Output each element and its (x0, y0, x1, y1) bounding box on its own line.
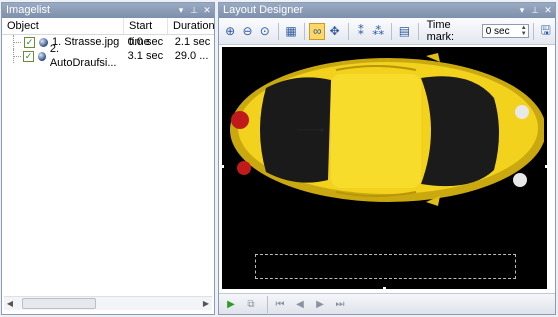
duration: 29.0 ... (174, 50, 209, 62)
last-frame-icon[interactable]: ⏭ (332, 297, 348, 311)
image-icon (37, 51, 46, 61)
layout-canvas[interactable] (221, 47, 548, 290)
zoom-in-icon[interactable]: ⊕ (222, 23, 238, 40)
tree-line (13, 49, 22, 63)
column-start-time[interactable]: Start time (124, 18, 168, 48)
link-icon[interactable]: ∞ (309, 22, 326, 40)
first-frame-icon[interactable]: ⏮ (272, 297, 288, 311)
zoom-fit-icon[interactable]: ⊙ (257, 23, 273, 40)
imagelist-header: Object Start time Duration (2, 18, 215, 48)
designer-toolbar: ⊕ ⊖ ⊙ ▦ ∞ ✥ ⁑ ⁂ ▤ Time mark: 0 sec ▲ ▼ 🖫 (219, 18, 555, 45)
time-mark-value: 0 sec (485, 26, 510, 37)
designer-titlebar: Layout Designer ▾ ⊥ ✕ (219, 3, 555, 18)
play-icon[interactable]: ▶ (223, 297, 239, 311)
toolbar-separator (391, 22, 393, 40)
imagelist-panel: Imagelist ▾ ⊥ ✕ Object Start time Durati… (1, 2, 215, 315)
toolbar-separator (532, 22, 534, 40)
column-object[interactable]: Object (2, 18, 124, 34)
object-name: 2. AutoDraufsi... (49, 43, 117, 69)
pin-icon[interactable]: ⊥ (530, 3, 540, 18)
toolbar-separator (277, 22, 279, 40)
time-mark-label: Time mark: (426, 19, 455, 43)
horizontal-scrollbar[interactable]: ◀ ▶ (4, 296, 212, 310)
imagelist-titlebar: Imagelist ▾ ⊥ ✕ (2, 3, 214, 18)
column-duration[interactable]: Duration (168, 18, 215, 34)
table-row[interactable]: ✓ 2. AutoDraufsi... 3.1 sec 29.0 ... (2, 43, 214, 69)
spinner-icon[interactable]: ▲ ▼ (521, 25, 527, 37)
pin-icon[interactable]: ⊥ (189, 3, 199, 18)
save-icon[interactable]: 🖫 (538, 23, 554, 40)
grid-icon[interactable]: ▦ (283, 23, 299, 40)
designer-title: Layout Designer (223, 4, 304, 16)
duration: 2.1 sec (174, 36, 211, 48)
remove-keyframe-icon[interactable]: ⁂ (370, 23, 386, 40)
resize-handle[interactable] (221, 165, 224, 168)
toolbar-separator (417, 22, 419, 40)
toolbar-separator (267, 295, 268, 313)
add-keyframe-icon[interactable]: ⁑ (353, 23, 369, 40)
start-time: 0.0 sec (127, 36, 164, 48)
time-mark-input[interactable]: 0 sec ▲ ▼ (481, 24, 529, 38)
scroll-left-icon[interactable]: ◀ (4, 299, 16, 308)
dropdown-icon[interactable]: ▾ (176, 3, 186, 18)
text-placeholder-box[interactable] (255, 254, 516, 279)
resize-handle[interactable] (383, 287, 386, 290)
start-time: 3.1 sec (127, 50, 164, 62)
text-icon[interactable]: ▤ (396, 23, 412, 40)
imagelist-title: Imagelist (6, 4, 51, 16)
resize-handle[interactable] (545, 165, 548, 168)
scroll-thumb[interactable] (22, 298, 96, 309)
visible-checkbox[interactable]: ✓ (23, 50, 34, 62)
zoom-out-icon[interactable]: ⊖ (239, 23, 255, 40)
image-icon (39, 37, 48, 47)
layout-designer-panel: Layout Designer ▾ ⊥ ✕ ⊕ ⊖ ⊙ ▦ ∞ ✥ ⁑ ⁂ ▤ … (218, 2, 556, 315)
toolbar-separator (347, 22, 349, 40)
preview-icon[interactable]: ⧉ (243, 297, 259, 311)
dropdown-icon[interactable]: ▾ (517, 3, 527, 18)
tree-line (13, 35, 22, 49)
visible-checkbox[interactable]: ✓ (24, 36, 35, 48)
scroll-right-icon[interactable]: ▶ (200, 299, 212, 308)
close-icon[interactable]: ✕ (202, 3, 212, 18)
next-frame-icon[interactable]: ▶ (312, 297, 328, 311)
move-icon[interactable]: ✥ (326, 23, 342, 40)
playback-bar: ▶ ⧉ ⏮ ◀ ▶ ⏭ (219, 293, 555, 314)
previous-frame-icon[interactable]: ◀ (292, 297, 308, 311)
close-icon[interactable]: ✕ (543, 3, 553, 18)
car-image[interactable] (226, 50, 544, 208)
toolbar-separator (304, 22, 306, 40)
